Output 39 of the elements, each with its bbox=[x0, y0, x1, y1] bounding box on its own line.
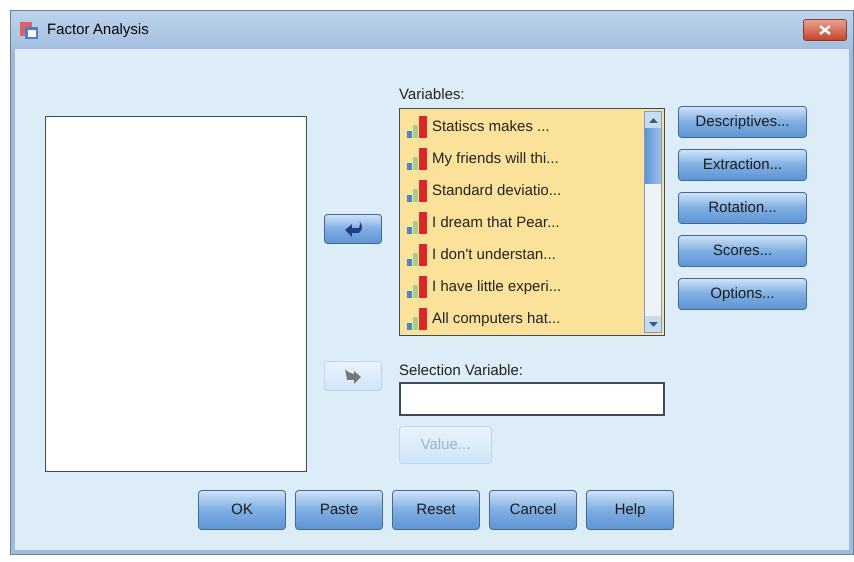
dialog-button[interactable]: Options... bbox=[678, 278, 807, 310]
dialog-button[interactable]: Reset bbox=[392, 490, 480, 530]
move-button[interactable] bbox=[324, 214, 382, 244]
variable-item[interactable]: My friends will thi... bbox=[432, 148, 559, 170]
scale-variable-icon bbox=[406, 211, 428, 235]
variable-item[interactable]: I dream that Pear... bbox=[432, 212, 560, 234]
variables-list[interactable]: Statiscs makes ... My friends will thi... Standard deviatio... I dream that Pear... I don't understan... I have little experi... All computers hat... bbox=[399, 108, 665, 336]
scroll-thumb[interactable] bbox=[645, 128, 661, 184]
dialog-button[interactable]: OK bbox=[198, 490, 286, 530]
variables-label: Variables: bbox=[399, 85, 466, 105]
variable-item[interactable]: I don't understan... bbox=[432, 244, 556, 266]
variable-item[interactable]: Standard deviatio... bbox=[432, 180, 562, 202]
variable-item[interactable]: Statiscs makes ... bbox=[432, 116, 550, 138]
scroll-up-icon bbox=[648, 118, 658, 122]
right-arrow-icon bbox=[343, 368, 363, 384]
close-icon bbox=[819, 25, 831, 35]
left-arrow-icon bbox=[343, 220, 363, 238]
dialog-button[interactable]: Rotation... bbox=[678, 192, 807, 224]
window-title: Factor Analysis bbox=[47, 20, 149, 40]
dialog-button[interactable]: Descriptives... bbox=[678, 106, 807, 138]
variable-item[interactable]: I have little experi... bbox=[432, 276, 562, 298]
selection-variable-label: Selection Variable: bbox=[399, 361, 524, 381]
dialog-button[interactable]: Paste bbox=[295, 490, 383, 530]
scrollbar[interactable] bbox=[644, 111, 662, 333]
scale-variable-icon bbox=[406, 275, 428, 299]
selection-variable-field[interactable] bbox=[399, 382, 665, 416]
scale-variable-icon bbox=[406, 243, 428, 267]
close-button[interactable] bbox=[803, 19, 847, 41]
variable-item[interactable]: All computers hat... bbox=[432, 308, 560, 330]
scale-variable-icon bbox=[406, 179, 428, 203]
scale-variable-icon bbox=[406, 115, 428, 139]
dialog-button[interactable]: Help bbox=[586, 490, 674, 530]
dialog-button[interactable]: Scores... bbox=[678, 235, 807, 267]
scale-variable-icon bbox=[406, 147, 428, 171]
app-icon bbox=[19, 20, 39, 40]
dialog-button[interactable]: Cancel bbox=[489, 490, 577, 530]
scale-variable-icon bbox=[406, 307, 428, 331]
scroll-down-icon bbox=[648, 322, 658, 326]
dialog-button[interactable]: Extraction... bbox=[678, 149, 807, 181]
